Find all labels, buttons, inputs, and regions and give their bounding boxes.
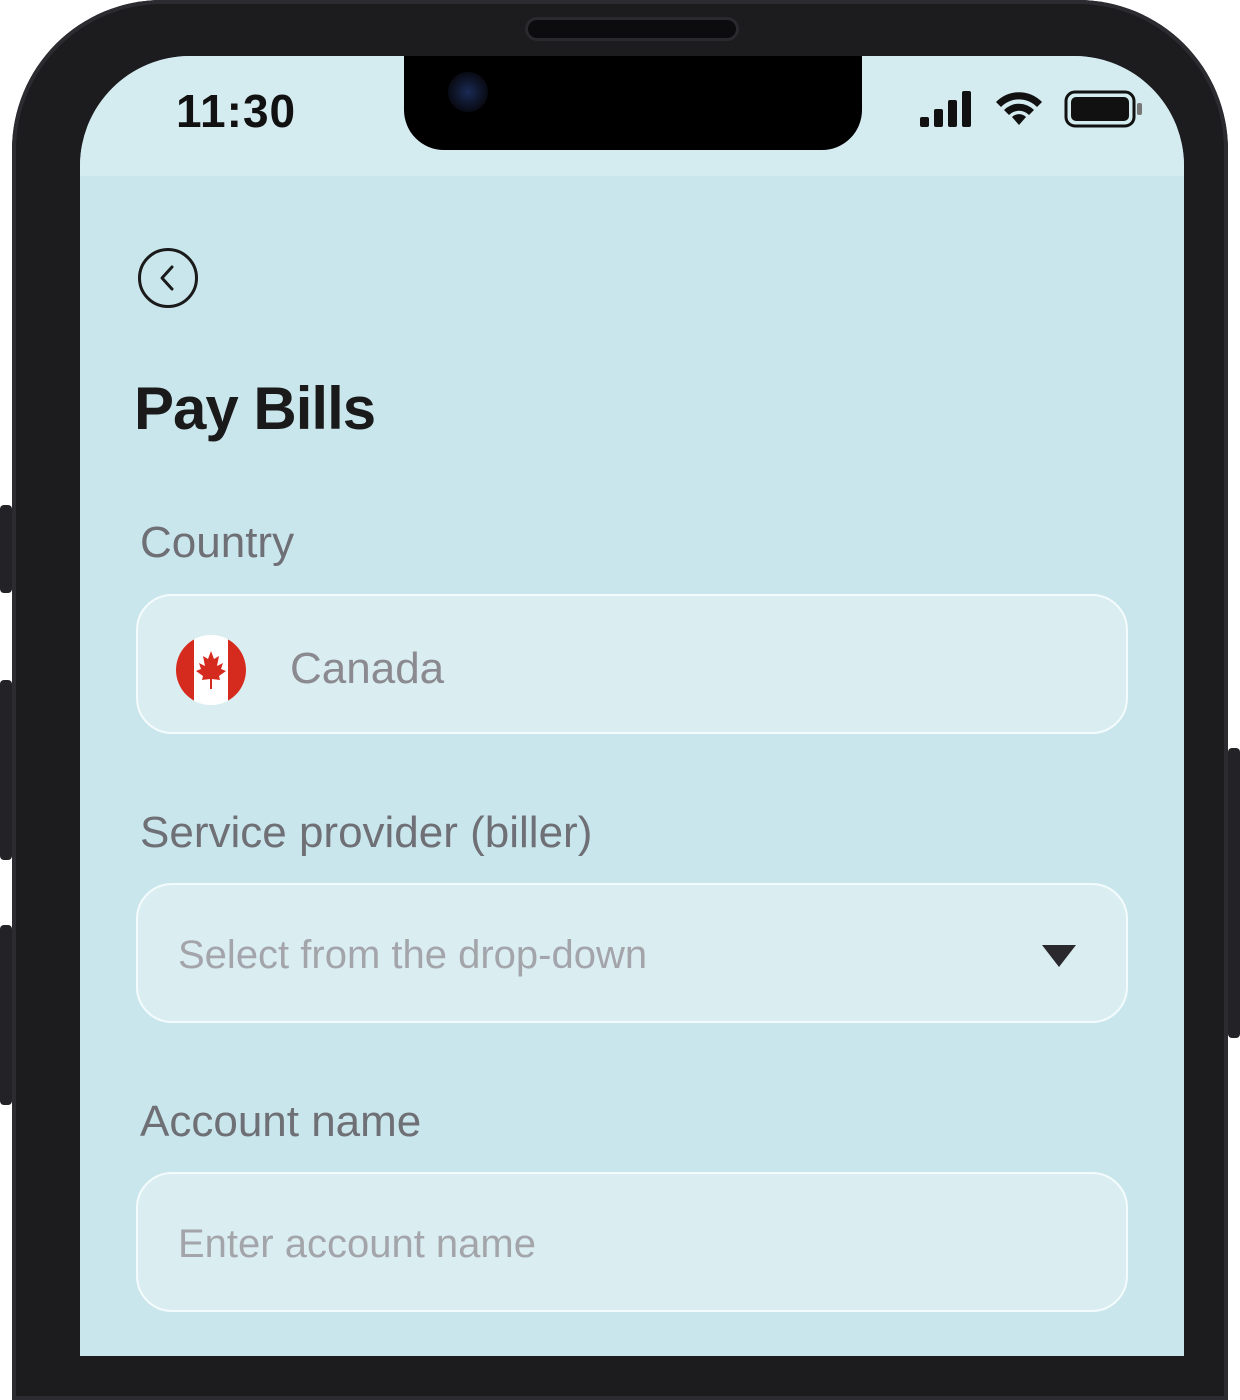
volume-up-button	[0, 680, 12, 860]
chevron-left-icon	[160, 265, 174, 291]
battery-icon	[1064, 90, 1142, 128]
cellular-signal-icon	[920, 91, 971, 127]
biller-label: Service provider (biller)	[140, 808, 593, 857]
status-bar: 11:30	[80, 56, 1184, 176]
country-value: Canada	[290, 644, 445, 693]
country-label: Country	[140, 518, 295, 567]
volume-down-button	[0, 925, 12, 1105]
biller-placeholder: Select from the drop-down	[178, 933, 648, 977]
account-name-placeholder: Enter account name	[178, 1222, 536, 1266]
wifi-icon	[996, 92, 1042, 125]
status-icons	[920, 90, 1144, 128]
status-time: 11:30	[176, 85, 297, 137]
back-button[interactable]	[138, 248, 198, 308]
app-screen: 11:30 Pay Bills Country Canada Service p…	[80, 56, 1184, 1356]
front-camera	[448, 72, 488, 112]
caret-down-icon	[1042, 945, 1076, 967]
silent-switch	[0, 505, 12, 593]
canada-flag-icon	[176, 635, 246, 705]
phone-frame: 11:30 Pay Bills Country Canada Service p…	[0, 0, 1240, 1400]
account-name-label: Account name	[140, 1097, 422, 1146]
country-selector[interactable]: Canada	[136, 594, 1128, 734]
power-button	[1228, 748, 1240, 1038]
earpiece-speaker	[528, 20, 736, 38]
biller-dropdown[interactable]: Select from the drop-down	[136, 883, 1128, 1023]
account-name-input[interactable]: Enter account name	[136, 1172, 1128, 1312]
notch	[404, 56, 862, 150]
page-title: Pay Bills	[134, 375, 376, 442]
